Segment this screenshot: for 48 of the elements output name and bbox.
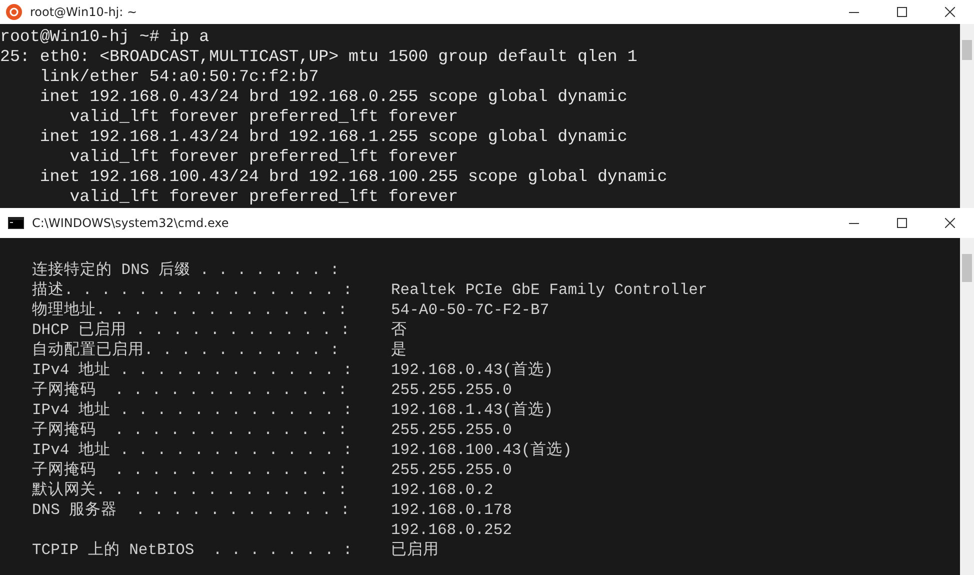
field-value: 已启用	[391, 540, 440, 560]
field-value: 192.168.0.252	[391, 520, 513, 540]
close-icon	[945, 218, 955, 228]
terminal-line: inet 192.168.0.43/24 brd 192.168.0.255 scope global dynamic	[38, 87, 628, 107]
field-value: 是	[391, 340, 408, 360]
field-label: 物理地址. . . . . . . . . . . . . :	[32, 300, 348, 320]
field-value: 192.168.0.2	[391, 480, 494, 500]
terminal-line: 25: eth0: <BROADCAST,MULTICAST,UP> mtu 1500 group default qlen 1	[0, 47, 638, 67]
scrollbar[interactable]	[960, 238, 974, 575]
field-value: 192.168.100.43(首选)	[391, 440, 573, 460]
field-label: 自动配置已启用. . . . . . . . . . :	[32, 340, 340, 360]
maximize-icon	[897, 7, 907, 17]
console-icon	[8, 217, 24, 229]
field-label: 默认网关. . . . . . . . . . . . . :	[32, 480, 348, 500]
field-label: DHCP 已启用 . . . . . . . . . . . :	[32, 320, 351, 340]
field-value: 255.255.255.0	[391, 380, 513, 400]
terminal-line: inet 192.168.1.43/24 brd 192.168.1.255 scope global dynamic	[38, 127, 628, 147]
window-title: root@Win10-hj: ~	[30, 5, 138, 19]
field-value: 54-A0-50-7C-F2-B7	[391, 300, 550, 320]
terminal-line: valid_lft forever preferred_lft forever	[68, 107, 460, 127]
field-value: 192.168.0.178	[391, 500, 513, 520]
field-label: IPv4 地址 . . . . . . . . . . . . :	[32, 400, 354, 420]
field-value: 192.168.0.43(首选)	[391, 360, 554, 380]
field-label: 描述. . . . . . . . . . . . . . . :	[32, 280, 354, 300]
field-value: 否	[391, 320, 408, 340]
field-label: 连接特定的 DNS 后缀 . . . . . . . :	[32, 260, 340, 280]
close-icon	[945, 7, 955, 17]
maximize-icon	[897, 218, 907, 228]
field-label: 子网掩码 . . . . . . . . . . . . :	[32, 380, 348, 400]
field-label: 子网掩码 . . . . . . . . . . . . :	[32, 460, 348, 480]
terminal-line: root@Win10-hj ~# ip a	[0, 27, 210, 47]
terminal-logo-icon	[6, 4, 22, 20]
field-value: 255.255.255.0	[391, 420, 513, 440]
field-label: IPv4 地址 . . . . . . . . . . . . :	[32, 440, 354, 460]
field-value: 255.255.255.0	[391, 460, 513, 480]
field-label: TCPIP 上的 NetBIOS . . . . . . . :	[32, 540, 354, 560]
minimize-icon	[849, 222, 859, 224]
field-value: Realtek PCIe GbE Family Controller	[391, 280, 708, 300]
scrollbar[interactable]	[960, 24, 974, 208]
window-title: C:\WINDOWS\system32\cmd.exe	[32, 216, 230, 230]
terminal-line: inet 192.168.100.43/24 brd 192.168.100.255 scope global dynamic	[38, 167, 668, 187]
field-label: 子网掩码 . . . . . . . . . . . . :	[32, 420, 348, 440]
terminal-line: valid_lft forever preferred_lft forever	[68, 187, 460, 207]
field-label: DNS 服务器 . . . . . . . . . . . :	[32, 500, 351, 520]
field-label: IPv4 地址 . . . . . . . . . . . . :	[32, 360, 354, 380]
field-value: 192.168.1.43(首选)	[391, 400, 554, 420]
terminal-line: link/ether 54:a0:50:7c:f2:b7	[38, 67, 320, 87]
terminal-line: valid_lft forever preferred_lft forever	[68, 147, 460, 167]
